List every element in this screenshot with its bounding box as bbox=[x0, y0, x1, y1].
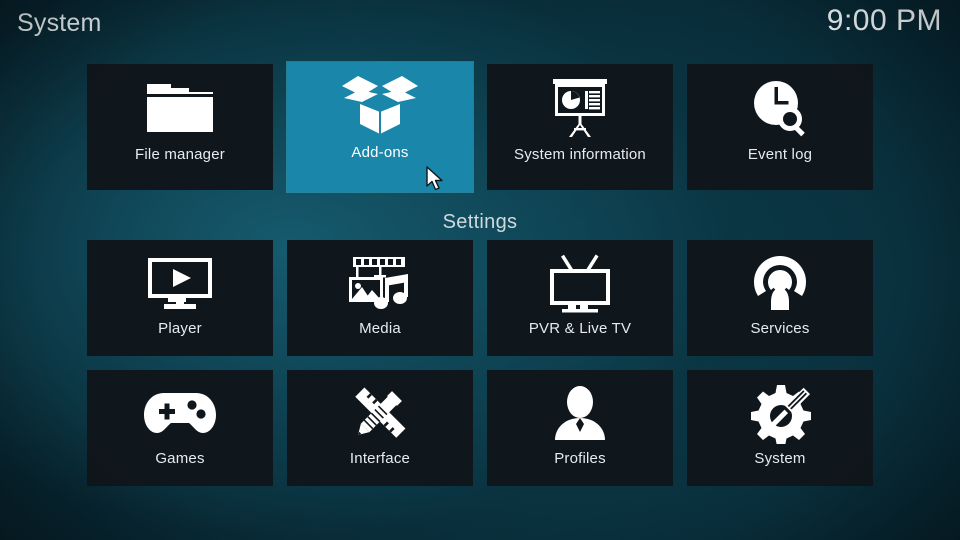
tile-services[interactable]: Services bbox=[687, 240, 873, 356]
section-label-settings: Settings bbox=[442, 211, 518, 233]
presentation-icon bbox=[487, 70, 673, 144]
tile-pvr-live-tv[interactable]: PVR & Live TV bbox=[487, 240, 673, 356]
tv-antenna-icon bbox=[487, 250, 673, 316]
pencil-ruler-icon bbox=[287, 380, 473, 446]
tile-profiles[interactable]: Profiles bbox=[487, 370, 673, 486]
tile-label: File manager bbox=[135, 146, 225, 163]
tile-file-manager[interactable]: File manager bbox=[87, 64, 273, 190]
tile-system-information[interactable]: System information bbox=[487, 64, 673, 190]
tile-label: Games bbox=[155, 450, 205, 467]
kodi-system-screen: System 9:00 PM File manager Add-ons Syst… bbox=[0, 0, 960, 540]
tile-label: Services bbox=[750, 320, 810, 337]
tile-label: System information bbox=[514, 146, 646, 163]
folder-icon bbox=[87, 70, 273, 144]
clock-search-icon bbox=[687, 70, 873, 144]
person-bust-icon bbox=[487, 380, 673, 446]
tile-label: Interface bbox=[349, 450, 411, 467]
mouse-pointer-icon bbox=[426, 166, 448, 192]
tile-event-log[interactable]: Event log bbox=[687, 64, 873, 190]
tile-label: Media bbox=[359, 320, 401, 337]
tile-player[interactable]: Player bbox=[87, 240, 273, 356]
monitor-play-icon bbox=[87, 250, 273, 316]
tile-label: Event log bbox=[747, 146, 813, 163]
clock: 9:00 PM bbox=[826, 4, 942, 37]
tile-label: PVR & Live TV bbox=[528, 320, 632, 337]
open-box-icon bbox=[287, 68, 473, 142]
film-photo-music-icon bbox=[287, 250, 473, 316]
page-title: System bbox=[17, 9, 102, 37]
tile-media[interactable]: Media bbox=[287, 240, 473, 356]
header-bar: System 9:00 PM bbox=[0, 0, 960, 52]
gear-screwdriver-icon bbox=[687, 380, 873, 446]
broadcast-person-icon bbox=[687, 250, 873, 316]
tile-label: Player bbox=[158, 320, 202, 337]
tile-label: Profiles bbox=[554, 450, 606, 467]
tile-label: System bbox=[754, 450, 806, 467]
tile-label: Add-ons bbox=[351, 144, 409, 161]
gamepad-icon bbox=[87, 380, 273, 446]
tile-system[interactable]: System bbox=[687, 370, 873, 486]
tile-games[interactable]: Games bbox=[87, 370, 273, 486]
tile-interface[interactable]: Interface bbox=[287, 370, 473, 486]
